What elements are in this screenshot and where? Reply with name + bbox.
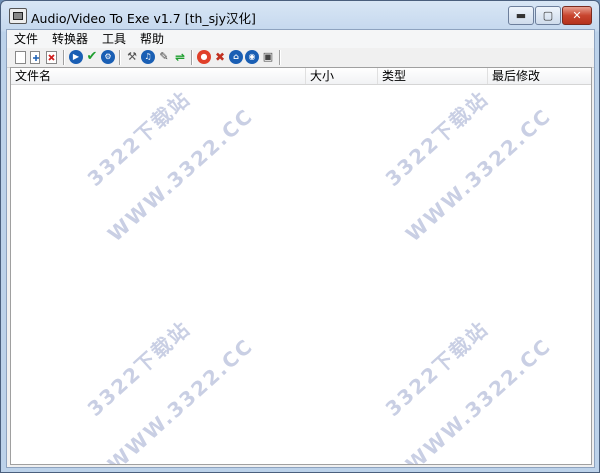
watermark-text: WWW.3322.CC (102, 103, 258, 247)
tools-icon[interactable]: ⚒ (125, 50, 139, 64)
wrench-icon[interactable]: ✖ (213, 50, 227, 64)
window-title: Audio/Video To Exe v1.7 [th_sjy汉化] (31, 11, 256, 26)
menu-bar: 文件 转换器 工具 帮助 (7, 30, 594, 48)
menu-file[interactable]: 文件 (7, 30, 45, 48)
script-icon[interactable]: ✎ (157, 50, 171, 64)
music-icon[interactable]: ♫ (141, 50, 155, 64)
add-file-icon[interactable] (29, 50, 43, 64)
play-icon[interactable]: ▶ (69, 50, 83, 64)
list-header: 文件名 大小 类型 最后修改 (11, 68, 591, 85)
close-button[interactable]: ✕ (562, 6, 592, 25)
close-icon: ✕ (572, 9, 582, 22)
watermark-text: WWW.3322.CC (102, 333, 258, 465)
minimize-button[interactable]: ▬ (508, 6, 534, 25)
column-header-size[interactable]: 大小 (306, 68, 378, 84)
column-header-type[interactable]: 类型 (378, 68, 488, 84)
home-icon[interactable]: ⌂ (229, 50, 243, 64)
maximize-button[interactable]: ▢ (535, 6, 561, 25)
lifebuoy-icon[interactable]: ● (197, 50, 211, 64)
toolbar: ▶ ✔ ⚙ ⚒ ♫ ✎ ⇌ ● ✖ ⌂ ◉ ▣ (7, 48, 594, 68)
menu-converter[interactable]: 转换器 (45, 30, 95, 48)
toolbar-separator (191, 50, 193, 65)
title-bar[interactable]: Audio/Video To Exe v1.7 [th_sjy汉化] ▬ ▢ ✕ (1, 1, 599, 29)
about-icon[interactable]: ▣ (261, 50, 275, 64)
settings-circle-icon[interactable]: ⚙ (101, 50, 115, 64)
watermark-text: WWW.3322.CC (400, 333, 556, 465)
menu-tools[interactable]: 工具 (95, 30, 133, 48)
minimize-icon: ▬ (515, 9, 527, 22)
new-file-icon[interactable] (13, 50, 27, 64)
toolbar-separator (279, 50, 281, 65)
menu-help[interactable]: 帮助 (133, 30, 171, 48)
file-list[interactable]: 文件名 大小 类型 最后修改 3322下载站 WWW.3322.CC 3322下… (10, 67, 592, 465)
app-icon[interactable] (9, 8, 27, 24)
column-header-modified[interactable]: 最后修改 (488, 68, 591, 84)
check-icon[interactable]: ✔ (85, 50, 99, 64)
toolbar-separator (63, 50, 65, 65)
client-area: 文件 转换器 工具 帮助 ▶ ✔ ⚙ ⚒ ♫ ✎ ⇌ ● ✖ ⌂ ◉ ▣ 文件名… (6, 29, 595, 468)
globe-icon[interactable]: ◉ (245, 50, 259, 64)
column-header-filename[interactable]: 文件名 (11, 68, 306, 84)
app-window: Audio/Video To Exe v1.7 [th_sjy汉化] ▬ ▢ ✕… (0, 0, 600, 473)
split-arrow-icon[interactable]: ⇌ (173, 50, 187, 64)
watermark-text: WWW.3322.CC (400, 103, 556, 247)
toolbar-separator (119, 50, 121, 65)
delete-icon[interactable] (45, 50, 59, 64)
maximize-icon: ▢ (542, 9, 554, 22)
